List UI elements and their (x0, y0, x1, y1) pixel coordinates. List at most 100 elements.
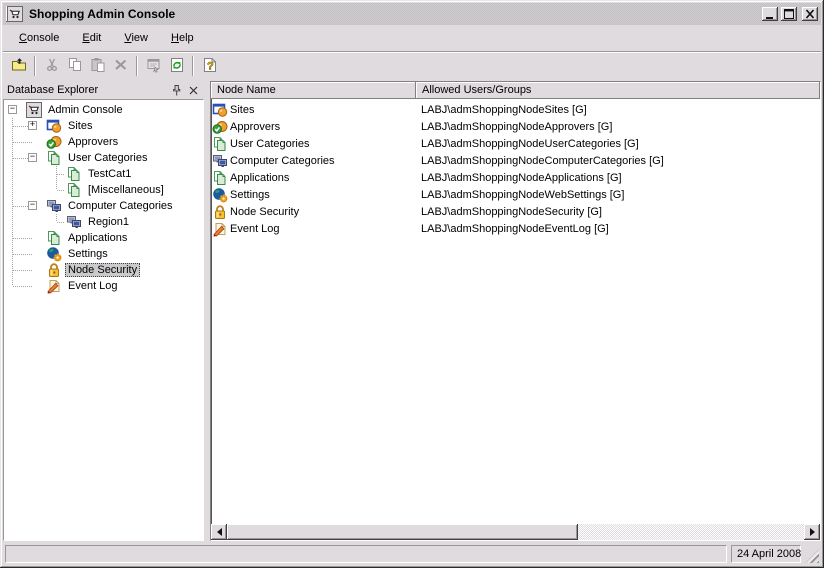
list-cell-node-name[interactable]: Computer Categories (211, 153, 416, 169)
tree-item-label[interactable]: Approvers (65, 135, 121, 149)
scroll-right-icon[interactable] (804, 524, 820, 540)
list-row-sites[interactable]: SitesLABJ\admShoppingNodeSites [G] (211, 101, 820, 118)
tree-item-node-security[interactable]: Node Security (4, 262, 203, 278)
tree-item-sites[interactable]: + Sites (4, 118, 203, 134)
main-area: Database Explorer −Admin Console+SitesAp… (3, 80, 821, 541)
database-explorer-panel: Database Explorer − Admin Console + Sites Ap… (3, 81, 204, 541)
list-cell-node-name[interactable]: Node Security (211, 204, 416, 220)
tree-item-label[interactable]: Settings (65, 247, 111, 261)
list-cell-node-name[interactable]: Approvers (211, 119, 416, 135)
expand-box-icon[interactable]: + (28, 121, 37, 130)
horizontal-scrollbar[interactable] (211, 524, 820, 540)
category-pages-icon (46, 150, 62, 166)
menu-item-edit[interactable]: Edit (79, 30, 104, 46)
category-pages-icon (66, 166, 82, 182)
minimize-button[interactable] (762, 7, 778, 21)
lock-icon (46, 262, 62, 278)
tree-item-label[interactable]: Sites (65, 119, 95, 133)
list-row-applications[interactable]: ApplicationsLABJ\admShoppingNodeApplicat… (211, 169, 820, 186)
list-row-settings[interactable]: SettingsLABJ\admShoppingNodeWebSettings … (211, 186, 820, 203)
cut-button (40, 55, 63, 78)
list-row-user-categories[interactable]: User CategoriesLABJ\admShoppingNodeUserC… (211, 135, 820, 152)
approvers-icon (212, 119, 228, 135)
tree-item-miscellaneous[interactable]: [Miscellaneous] (4, 182, 203, 198)
tree-item-admin-console[interactable]: − Admin Console (4, 102, 203, 118)
tree-item-label[interactable]: Event Log (65, 279, 121, 293)
pushpin-icon[interactable] (169, 83, 184, 97)
collapse-box-icon[interactable]: − (8, 105, 17, 114)
list-row-computer-categories[interactable]: Computer CategoriesLABJ\admShoppingNodeC… (211, 152, 820, 169)
tree-item-label[interactable]: Node Security (65, 263, 140, 277)
list-row-approvers[interactable]: Approvers LABJ\admShoppingNodeApprovers [… (211, 118, 820, 135)
node-name-text: Node Security (230, 206, 299, 218)
resize-grip[interactable] (805, 549, 819, 563)
list-cell-node-name[interactable]: User Categories (211, 136, 416, 152)
tree-guide-line (12, 278, 13, 286)
collapse-box-icon[interactable]: − (28, 153, 37, 162)
list-cell-node-name[interactable]: Applications (211, 170, 416, 186)
category-pages-icon (212, 170, 228, 186)
tree-guide-line (13, 142, 32, 143)
tree-item-user-categories[interactable]: − User Categories (4, 150, 203, 166)
list-cell-allowed-group: LABJ\admShoppingNodeApprovers [G] (416, 121, 820, 133)
node-list-panel: Node Name Allowed Users/Groups SitesLABJ… (210, 81, 821, 541)
tree-item-event-log[interactable]: Event Log (4, 278, 203, 294)
scroll-left-icon[interactable] (211, 524, 227, 540)
tree-item-settings[interactable]: Settings (4, 246, 203, 262)
list-cell-node-name[interactable]: Sites (211, 102, 416, 118)
maximize-button[interactable] (781, 7, 797, 21)
computers-icon (66, 214, 82, 230)
tree-item-region1[interactable]: Region1 (4, 214, 203, 230)
list-cell-allowed-group: LABJ\admShoppingNodeComputerCategories [… (416, 155, 820, 167)
tree-item-label[interactable]: Applications (65, 231, 130, 245)
list-column-headers: Node Name Allowed Users/Groups (211, 82, 820, 99)
help-button[interactable]: ? (198, 55, 221, 78)
close-button[interactable] (802, 7, 818, 21)
tree-item-applications[interactable]: Applications (4, 230, 203, 246)
panel-close-icon[interactable] (186, 83, 201, 97)
tree-item-label[interactable]: Region1 (85, 215, 132, 229)
menu-item-console[interactable]: Console (16, 30, 62, 46)
paste-icon (90, 57, 106, 76)
tree-item-label[interactable]: User Categories (65, 151, 150, 165)
scrollbar-thumb[interactable] (227, 524, 578, 540)
event-log-icon (212, 221, 228, 237)
list-cell-node-name[interactable]: Event Log (211, 221, 416, 237)
titlebar: Shopping Admin Console (3, 3, 821, 25)
shopping-cart-icon[interactable] (6, 6, 23, 22)
tree-item-label[interactable]: [Miscellaneous] (85, 183, 167, 197)
copy-icon (67, 57, 83, 76)
refresh-icon (169, 57, 185, 76)
node-name-text: Approvers (230, 121, 280, 133)
tree-item-label[interactable]: Computer Categories (65, 199, 176, 213)
list-cell-allowed-group: LABJ\admShoppingNodeSites [G] (416, 104, 820, 116)
scrollbar-track[interactable] (578, 524, 804, 540)
tree-guide-line (57, 190, 65, 191)
collapse-box-icon[interactable]: − (28, 201, 37, 210)
toolbar-separator (192, 56, 194, 76)
tree-guide-line (12, 214, 13, 230)
tree-item-label[interactable]: TestCat1 (85, 167, 134, 181)
refresh-button[interactable] (165, 55, 188, 78)
column-header-allowed-users[interactable]: Allowed Users/Groups (416, 82, 820, 99)
up-one-level-button[interactable] (7, 55, 30, 78)
list-cell-allowed-group: LABJ\admShoppingNodeSecurity [G] (416, 206, 820, 218)
tree-item-testcat1[interactable]: TestCat1 (4, 166, 203, 182)
tree-item-label[interactable]: Admin Console (45, 103, 126, 117)
globe-gear-icon (212, 187, 228, 203)
explorer-panel-header: Database Explorer (3, 81, 204, 99)
menu-item-help[interactable]: Help (168, 30, 197, 46)
tree-item-computer-categories[interactable]: − Computer Categories (4, 198, 203, 214)
node-name-text: Event Log (230, 223, 280, 235)
tree-item-approvers[interactable]: Approvers (4, 134, 203, 150)
list-cell-node-name[interactable]: Settings (211, 187, 416, 203)
menu-item-view[interactable]: View (121, 30, 151, 46)
list-cell-allowed-group: LABJ\admShoppingNodeWebSettings [G] (416, 189, 820, 201)
list-row-event-log[interactable]: Event LogLABJ\admShoppingNodeEventLog [G… (211, 220, 820, 237)
tree-guide-line (13, 270, 32, 271)
tree-guide-line (13, 238, 32, 239)
column-header-node-name[interactable]: Node Name (211, 82, 416, 99)
node-name-text: Applications (230, 172, 289, 184)
list-row-node-security[interactable]: Node Security LABJ\admShoppingNodeSecurit… (211, 203, 820, 220)
explorer-tree: − Admin Console + Sites Approvers − User Categ… (3, 99, 204, 541)
